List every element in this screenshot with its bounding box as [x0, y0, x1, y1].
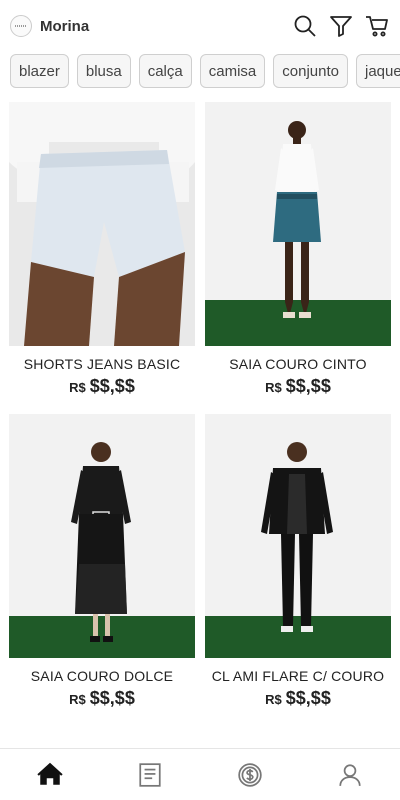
- product-card[interactable]: SAIA COURO DOLCE R$ $$,$$: [9, 414, 195, 709]
- chip-blazer[interactable]: blazer: [10, 54, 69, 88]
- chip-jaqueta[interactable]: jaque: [355, 54, 400, 88]
- profile-icon[interactable]: [330, 755, 370, 795]
- price-value: $$,$$: [89, 688, 135, 708]
- product-image[interactable]: [205, 414, 391, 658]
- chip-blusa[interactable]: blusa: [76, 54, 131, 88]
- filter-icon[interactable]: [328, 13, 354, 39]
- price-value: $$,$$: [89, 376, 135, 396]
- product-card[interactable]: SHORTS JEANS BASIC R$ $$,$$: [9, 102, 195, 397]
- product-card[interactable]: CL AMI FLARE C/ COURO R$ $$,$$: [205, 414, 391, 709]
- price-value: $$,$$: [285, 688, 331, 708]
- price-currency: R$: [69, 692, 86, 707]
- price-currency: R$: [69, 380, 86, 395]
- price-currency: R$: [265, 380, 282, 395]
- product-image[interactable]: [9, 414, 195, 658]
- product-price: R$ $$,$$: [205, 376, 391, 397]
- product-title: CL AMI FLARE C/ COURO: [211, 668, 385, 684]
- bottom-tab-bar: [0, 748, 400, 800]
- brand-logo-icon[interactable]: [10, 15, 32, 37]
- price-currency: R$: [265, 692, 282, 707]
- product-title: SAIA COURO DOLCE: [30, 668, 174, 684]
- cart-icon[interactable]: [364, 13, 390, 39]
- orders-icon[interactable]: [130, 755, 170, 795]
- chip-conjunto[interactable]: conjunto: [273, 54, 348, 88]
- brand-name: Morina: [40, 17, 90, 35]
- chip-camisa[interactable]: camisa: [199, 54, 266, 88]
- app-header: Morina: [0, 0, 400, 52]
- product-price: R$ $$,$$: [205, 688, 391, 709]
- product-image[interactable]: [9, 102, 195, 346]
- price-value: $$,$$: [285, 376, 331, 396]
- product-card[interactable]: SAIA COURO CINTO R$ $$,$$: [205, 102, 391, 397]
- product-title: SHORTS JEANS BASIC: [23, 356, 181, 372]
- product-price: R$ $$,$$: [9, 376, 195, 397]
- chip-calca[interactable]: calça: [138, 54, 192, 88]
- product-price: R$ $$,$$: [9, 688, 195, 709]
- product-image[interactable]: [205, 102, 391, 346]
- product-title: SAIA COURO CINTO: [229, 356, 367, 372]
- category-chips: blazer blusa calça camisa conjunto jaque: [0, 54, 400, 96]
- money-icon[interactable]: [230, 755, 270, 795]
- search-icon[interactable]: [292, 13, 318, 39]
- home-icon[interactable]: [30, 755, 70, 795]
